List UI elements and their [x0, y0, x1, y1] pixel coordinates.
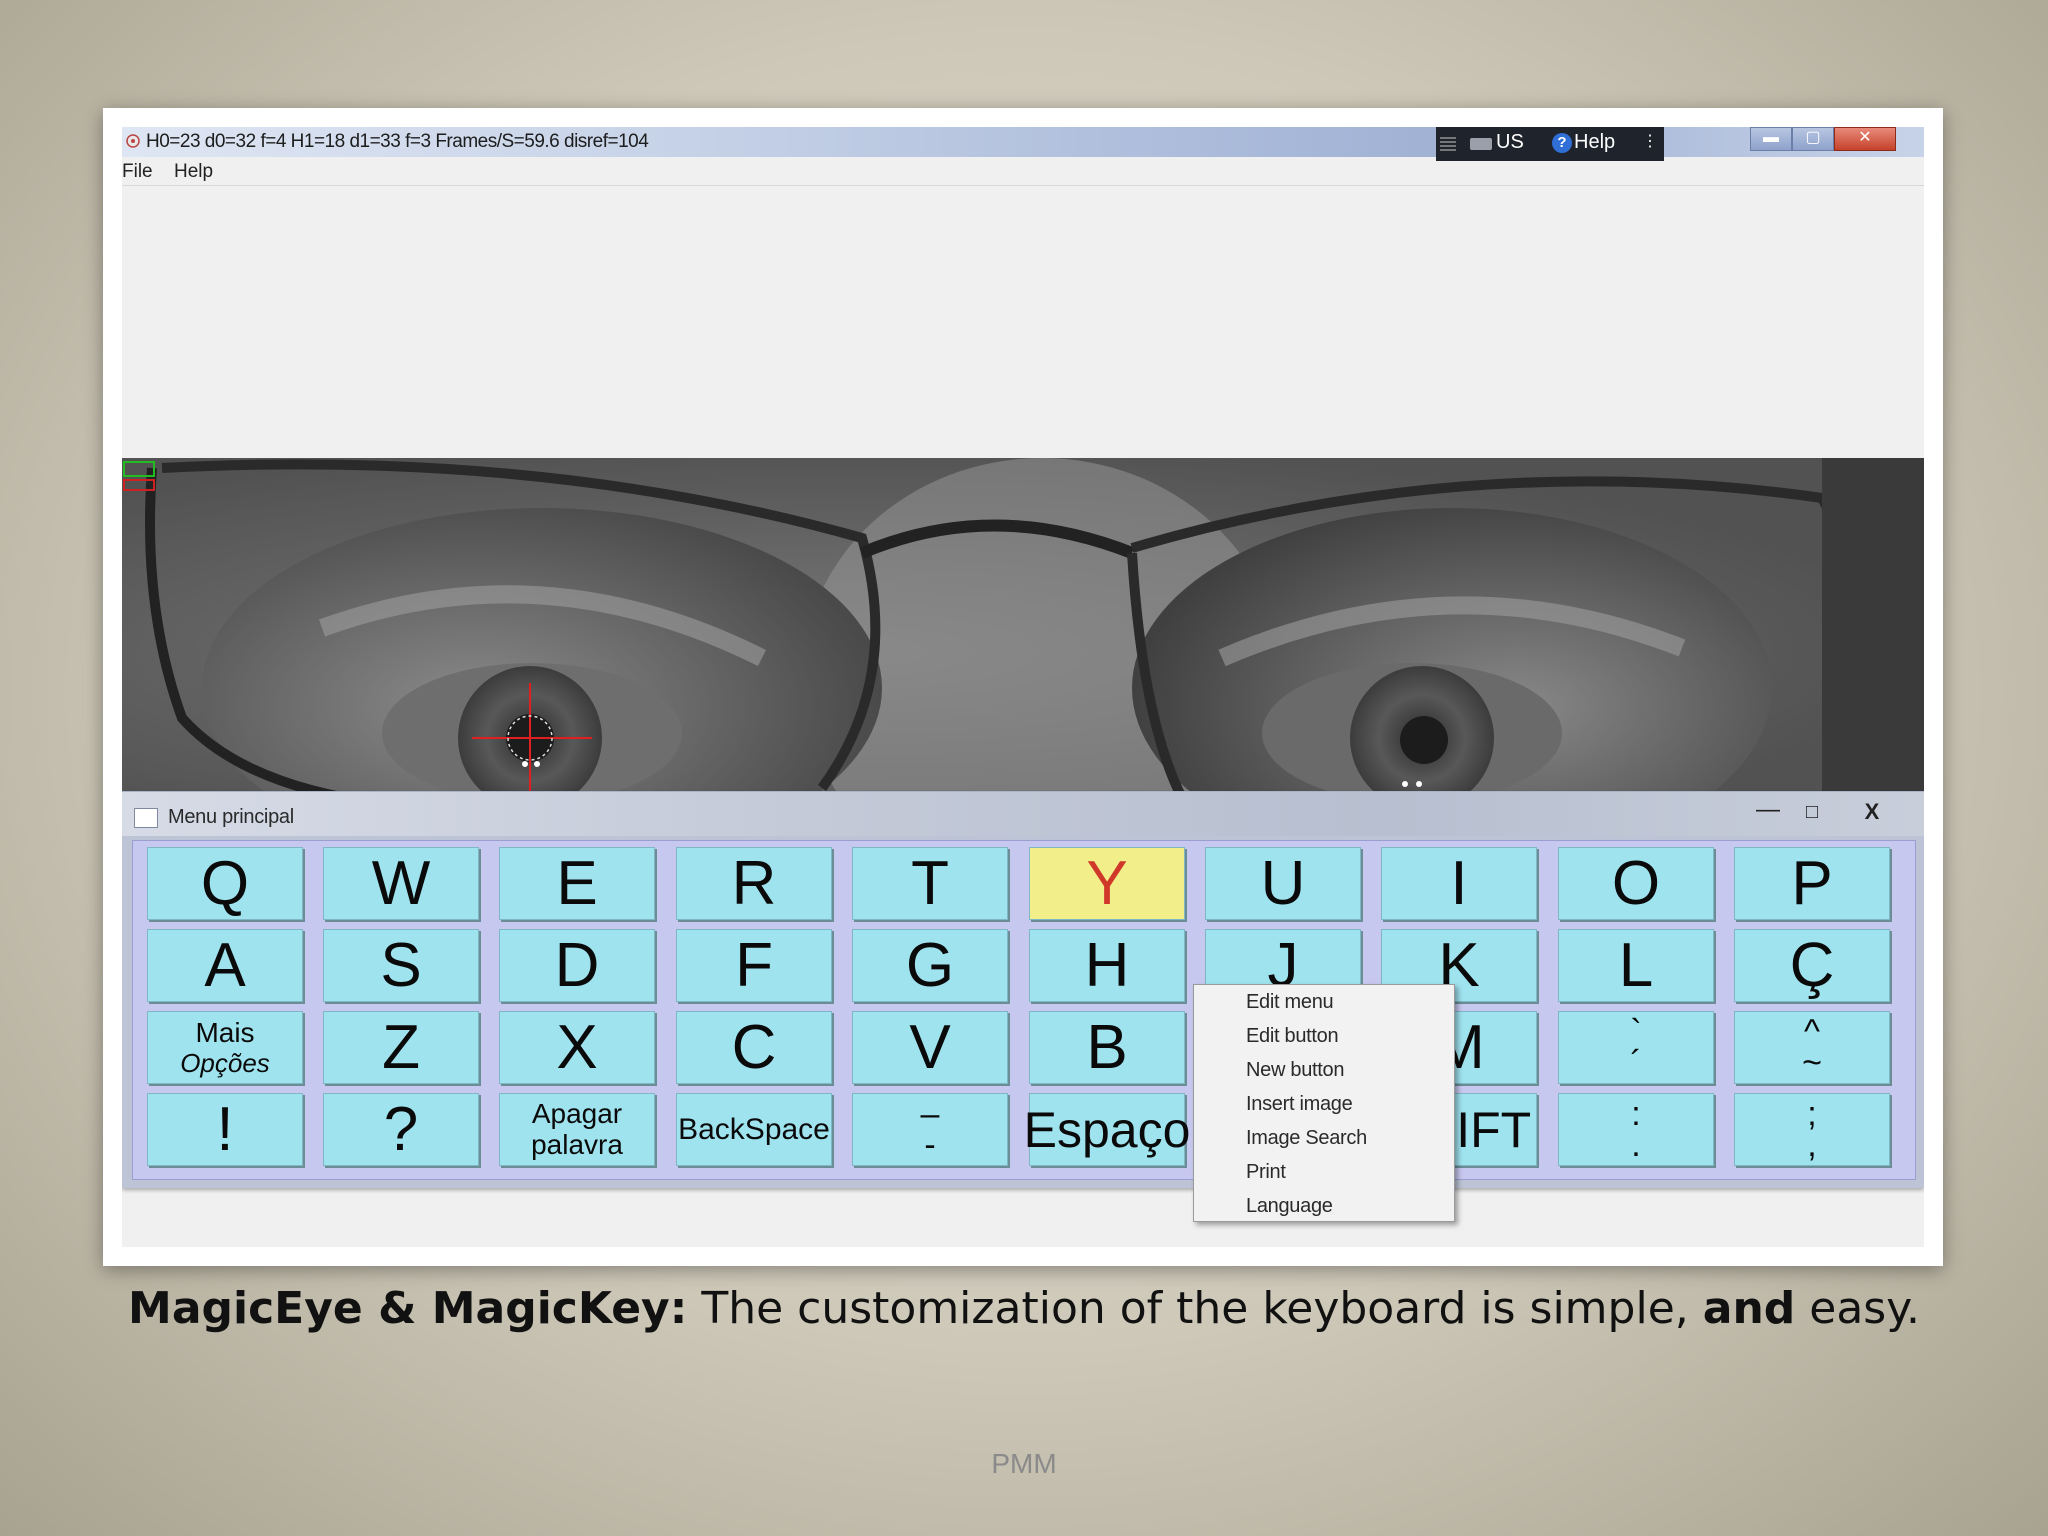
key-2-0[interactable]: Mais Opções	[147, 1011, 303, 1084]
key-0-8[interactable]: O	[1558, 847, 1714, 920]
key-2-1[interactable]: Z	[323, 1011, 479, 1084]
key-3-3[interactable]: BackSpace	[676, 1093, 832, 1166]
caption-bold-and: and	[1702, 1283, 1796, 1334]
key-1-5[interactable]: H	[1029, 929, 1185, 1002]
key-0-5[interactable]: Y	[1029, 847, 1185, 920]
close-button[interactable]: ✕	[1834, 127, 1896, 151]
help-icon[interactable]: ?	[1552, 133, 1572, 153]
slide-frame: H0=23 d0=32 f=4 H1=18 d1=33 f=3 Frames/S…	[103, 108, 1943, 1266]
key-3-5[interactable]: Espaço	[1024, 1093, 1190, 1166]
keyboard-titlebar: Menu principal — □ X	[122, 792, 1924, 836]
keyboard-window-title: Menu principal	[168, 806, 294, 828]
key-1-1[interactable]: S	[323, 929, 479, 1002]
context-menu-item[interactable]: Image Search	[1246, 1127, 1367, 1150]
key-1-8[interactable]: L	[1558, 929, 1714, 1002]
key-2-2[interactable]: X	[499, 1011, 655, 1084]
keyboard-minimize-button[interactable]: —	[1748, 798, 1788, 826]
key-1-9[interactable]: Ç	[1734, 929, 1890, 1002]
chevron-down-icon[interactable]: ⋮	[1642, 131, 1658, 151]
key-0-1[interactable]: W	[323, 847, 479, 920]
key-3-4[interactable]: – -	[852, 1093, 1008, 1166]
key-0-4[interactable]: T	[852, 847, 1008, 920]
key-2-5[interactable]: B	[1029, 1011, 1185, 1084]
menu-help[interactable]: Help	[174, 161, 213, 183]
camera-view	[122, 458, 1924, 810]
slide-caption: MagicEye & MagicKey: The customization o…	[0, 1283, 2048, 1334]
key-2-4[interactable]: V	[852, 1011, 1008, 1084]
key-1-4[interactable]: G	[852, 929, 1008, 1002]
eye-camera-image	[122, 458, 1924, 810]
keyboard-maximize-button[interactable]: □	[1792, 798, 1832, 826]
minimize-button[interactable]: ▬	[1750, 127, 1792, 151]
grip-icon[interactable]	[1440, 135, 1456, 151]
key-1-2[interactable]: D	[499, 929, 655, 1002]
keyboard-close-button[interactable]: X	[1846, 798, 1898, 826]
keyboard-window: Menu principal — □ X QWERTYUIOPASDFGHJKL…	[122, 791, 1924, 1188]
caption-suffix: easy.	[1795, 1283, 1920, 1334]
maximize-button[interactable]: ▢	[1792, 127, 1834, 151]
language-code[interactable]: US	[1496, 131, 1524, 154]
key-2-8[interactable]: ` ´	[1558, 1011, 1714, 1084]
menu-bar: File Help	[122, 157, 1924, 186]
window-title: H0=23 d0=32 f=4 H1=18 d1=33 f=3 Frames/S…	[146, 131, 649, 152]
caption-text: The customization of the keyboard is sim…	[687, 1283, 1703, 1334]
keyboard-panel: QWERTYUIOPASDFGHJKLÇMaisOpçõesZXCVBNM`´^…	[132, 840, 1916, 1180]
language-bar-help[interactable]: Help	[1574, 131, 1615, 154]
key-0-0[interactable]: Q	[147, 847, 303, 920]
slide-footer: PMM	[991, 1448, 1057, 1479]
key-3-0[interactable]: !	[147, 1093, 303, 1166]
key-2-9[interactable]: ^ ~	[1734, 1011, 1890, 1084]
title-bar: H0=23 d0=32 f=4 H1=18 d1=33 f=3 Frames/S…	[122, 127, 1924, 161]
context-menu-item[interactable]: Edit menu	[1246, 991, 1334, 1014]
key-3-9[interactable]: ;,	[1734, 1093, 1890, 1166]
key-3-8[interactable]: :.	[1558, 1093, 1714, 1166]
key-3-1[interactable]: ?	[323, 1093, 479, 1166]
key-0-9[interactable]: P	[1734, 847, 1890, 920]
language-bar[interactable]: US ? Help ⋮	[1436, 127, 1664, 161]
context-menu-item[interactable]: Language	[1246, 1195, 1333, 1218]
menu-file[interactable]: File	[122, 161, 153, 183]
context-menu-item[interactable]: New button	[1246, 1059, 1344, 1082]
key-2-3[interactable]: C	[676, 1011, 832, 1084]
key-1-0[interactable]: A	[147, 929, 303, 1002]
key-0-3[interactable]: R	[676, 847, 832, 920]
keyboard-icon	[1470, 138, 1492, 150]
context-menu: Edit menu Edit button New button Insert ima…	[1193, 984, 1455, 1222]
context-menu-item[interactable]: Insert image	[1246, 1093, 1353, 1116]
app-window: H0=23 d0=32 f=4 H1=18 d1=33 f=3 Frames/S…	[122, 127, 1924, 1247]
key-0-6[interactable]: U	[1205, 847, 1361, 920]
app-icon	[126, 134, 140, 148]
caption-bold-prefix: MagicEye & MagicKey:	[128, 1283, 688, 1334]
context-menu-item[interactable]: Edit button	[1246, 1025, 1339, 1048]
key-0-7[interactable]: I	[1381, 847, 1537, 920]
key-3-2[interactable]: Apagar palavra	[499, 1093, 655, 1166]
key-0-2[interactable]: E	[499, 847, 655, 920]
window-icon	[134, 808, 158, 828]
key-1-3[interactable]: F	[676, 929, 832, 1002]
context-menu-item[interactable]: Print	[1246, 1161, 1286, 1184]
